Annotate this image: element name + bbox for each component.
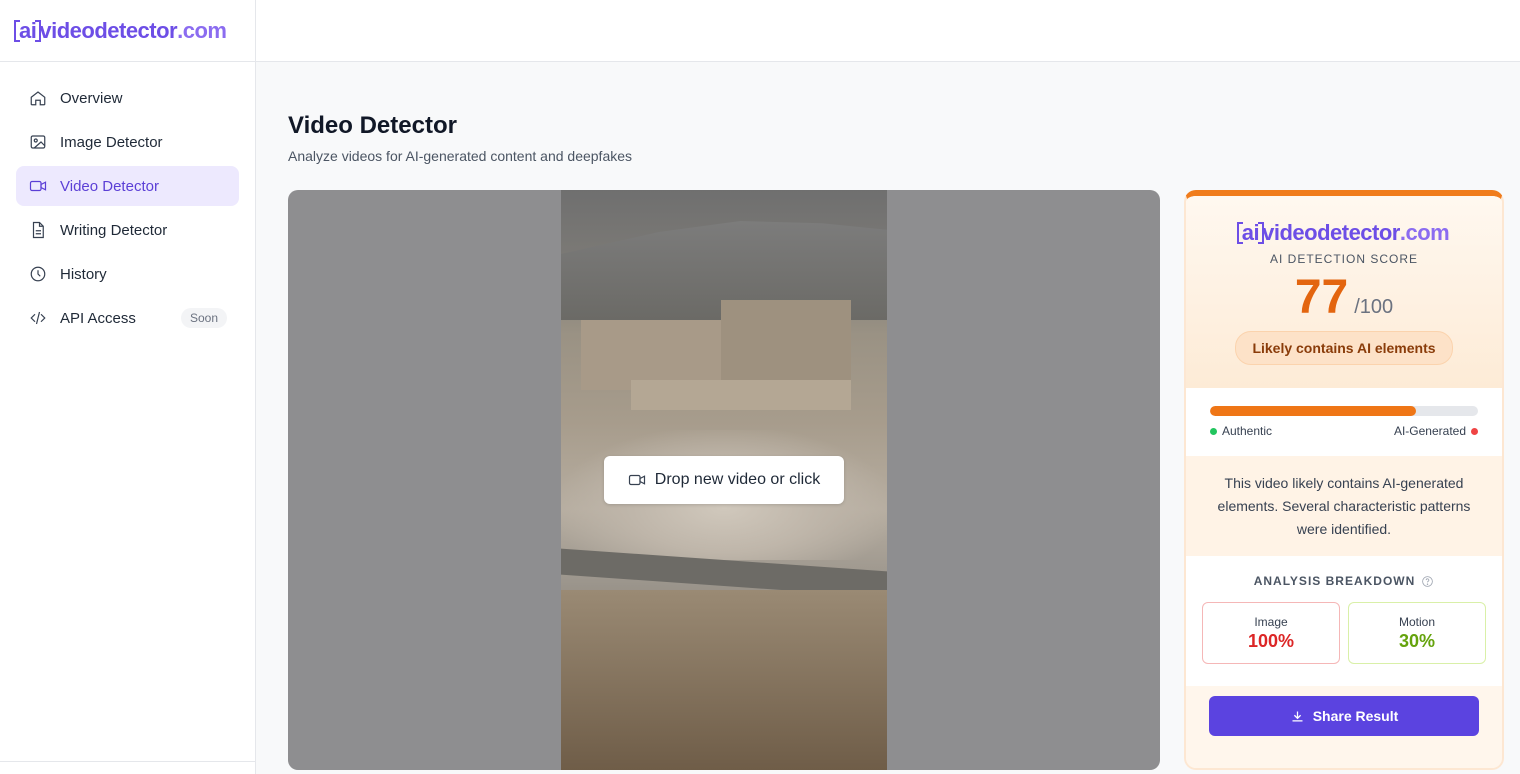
sidebar-item-label: History	[60, 265, 107, 283]
sidebar-item-label: Writing Detector	[60, 221, 168, 239]
breakdown-image: Image 100%	[1202, 602, 1340, 664]
green-dot-icon	[1210, 428, 1217, 435]
sidebar-item-video-detector[interactable]: Video Detector	[16, 166, 239, 206]
page-title: Video Detector	[288, 112, 457, 139]
sidebar-item-label: Image Detector	[60, 133, 163, 151]
top-bar	[256, 0, 1520, 62]
score-bar-legend: Authentic AI-Generated	[1210, 424, 1478, 438]
video-drop-zone[interactable]: Drop new video or click	[288, 190, 1160, 770]
share-area: Share Result	[1186, 686, 1502, 768]
score-meter: Authentic AI-Generated	[1186, 388, 1502, 456]
score-bar-fill	[1210, 406, 1417, 416]
logo-brand: videodetector	[1262, 220, 1400, 245]
sidebar-item-image-detector[interactable]: Image Detector	[16, 122, 239, 162]
breakdown-title-label: ANALYSIS BREAKDOWN	[1253, 574, 1416, 588]
sidebar: ai videodetector .com Overview Image Detec…	[0, 0, 256, 774]
breakdown-image-label: Image	[1254, 614, 1288, 629]
sidebar-item-label: API Access	[60, 309, 136, 327]
logo-brand: videodetector	[39, 17, 178, 43]
clock-icon	[28, 264, 48, 284]
logo-tld: .com	[1399, 220, 1450, 245]
video-icon	[28, 176, 48, 196]
help-icon[interactable]	[1421, 575, 1434, 588]
result-card: ai videodetector .com AI DETECTION SCORE 7…	[1184, 190, 1504, 770]
soon-badge: Soon	[180, 308, 227, 328]
share-result-button[interactable]: Share Result	[1209, 696, 1479, 736]
sidebar-item-api-access[interactable]: API Access Soon	[16, 298, 239, 338]
legend-authentic: Authentic	[1210, 424, 1272, 438]
sidebar-divider	[0, 761, 256, 762]
code-icon	[28, 308, 48, 328]
logo[interactable]: ai videodetector .com	[13, 17, 227, 44]
drop-video-button[interactable]: Drop new video or click	[604, 456, 844, 504]
download-icon	[1292, 711, 1303, 721]
home-icon	[28, 88, 48, 108]
result-logo: ai videodetector .com	[1236, 220, 1450, 246]
document-icon	[28, 220, 48, 240]
result-description: This video likely contains AI-generated …	[1186, 456, 1502, 556]
sidebar-item-label: Overview	[60, 89, 123, 107]
score-max: /100	[1354, 296, 1394, 318]
drop-video-label: Drop new video or click	[654, 471, 821, 488]
breakdown-grid: Image 100% Motion 30%	[1202, 602, 1486, 664]
legend-ai-generated-label: AI-Generated	[1393, 424, 1466, 438]
breakdown-motion: Motion 30%	[1348, 602, 1486, 664]
breakdown-motion-label: Motion	[1398, 614, 1436, 629]
sidebar-item-label: Video Detector	[60, 177, 159, 195]
legend-authentic-label: Authentic	[1222, 424, 1273, 438]
logo-ai-mark: ai	[1236, 220, 1265, 246]
sidebar-nav: Overview Image Detector Video Detector W…	[0, 62, 255, 358]
breakdown-title: ANALYSIS BREAKDOWN	[1254, 574, 1435, 588]
breakdown-motion-value: 30%	[1398, 630, 1436, 651]
video-scene-wall	[631, 380, 851, 410]
score-value: 77	[1294, 271, 1349, 324]
page-subtitle: Analyze videos for AI-generated content …	[288, 148, 633, 164]
score-bar-track	[1210, 406, 1478, 416]
sidebar-item-overview[interactable]: Overview	[16, 78, 239, 118]
legend-ai-generated: AI-Generated	[1394, 424, 1478, 438]
video-icon	[628, 474, 645, 486]
sidebar-item-history[interactable]: History	[16, 254, 239, 294]
score-label: AI DETECTION SCORE	[1269, 252, 1418, 266]
image-icon	[28, 132, 48, 152]
video-scene-ground	[561, 590, 887, 770]
sidebar-item-writing-detector[interactable]: Writing Detector	[16, 210, 239, 250]
video-scene-building	[721, 300, 851, 380]
logo-tld: .com	[177, 17, 227, 43]
red-dot-icon	[1471, 428, 1478, 435]
logo-ai-mark: ai	[13, 18, 42, 44]
logo-area: ai videodetector .com	[0, 0, 255, 62]
share-result-label: Share Result	[1312, 708, 1399, 724]
breakdown-image-value: 100%	[1247, 630, 1295, 651]
result-header: ai videodetector .com AI DETECTION SCORE 7…	[1186, 196, 1502, 388]
verdict-badge: Likely contains AI elements	[1235, 331, 1453, 365]
analysis-breakdown: ANALYSIS BREAKDOWN Image 100% Motion 30%	[1186, 556, 1502, 686]
score-display: 77 /100	[1186, 270, 1502, 325]
